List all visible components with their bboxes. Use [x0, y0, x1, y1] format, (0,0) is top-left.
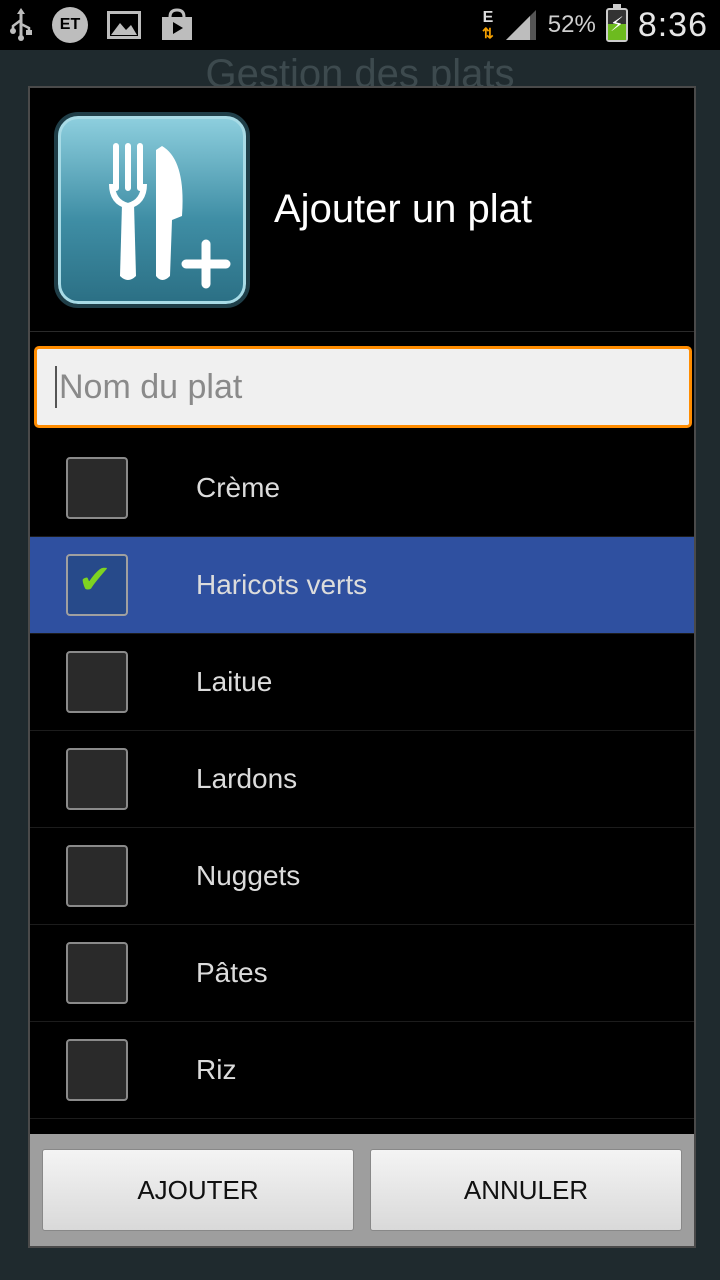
list-item-label: Nuggets	[196, 860, 301, 891]
network-type-icon: E ⇅	[482, 9, 494, 41]
list-item[interactable]: Laitue	[30, 634, 694, 731]
battery-percent: 52%	[547, 11, 596, 38]
list-item-label: Lardons	[196, 763, 298, 794]
add-dish-dialog: Ajouter un plat Nom du plat Crème ✔ Hari…	[28, 86, 696, 1248]
cutlery-add-icon	[54, 111, 250, 308]
ingredient-list: Crème ✔ Haricots verts Laitue Lardons Nu…	[30, 440, 694, 1119]
add-button[interactable]: AJOUTER	[42, 1149, 354, 1231]
checkbox[interactable]	[66, 651, 128, 713]
usb-icon	[8, 8, 34, 42]
checkbox[interactable]	[66, 1039, 128, 1101]
list-item[interactable]: ✔ Haricots verts	[30, 537, 694, 634]
checkbox[interactable]: ✔	[66, 554, 128, 616]
image-icon	[106, 10, 142, 40]
list-item[interactable]: Crème	[30, 440, 694, 537]
list-item-label: Laitue	[196, 666, 273, 697]
list-item[interactable]: Nuggets	[30, 828, 694, 925]
store-icon	[160, 8, 194, 42]
text-cursor	[55, 366, 57, 408]
list-item[interactable]: Riz	[30, 1022, 694, 1119]
signal-icon	[504, 10, 538, 40]
dialog-footer: AJOUTER ANNULER	[30, 1134, 694, 1246]
list-item[interactable]: Lardons	[30, 731, 694, 828]
list-item-label: Riz	[196, 1054, 237, 1085]
dish-name-input[interactable]: Nom du plat	[34, 346, 692, 428]
dialog-title: Ajouter un plat	[274, 187, 532, 231]
checkbox[interactable]	[66, 748, 128, 810]
list-item-label: Haricots verts	[196, 569, 368, 600]
list-item[interactable]: Pâtes	[30, 925, 694, 1022]
dialog-header: Ajouter un plat	[30, 88, 694, 332]
list-item-label: Crème	[196, 472, 281, 503]
status-bar: ET E ⇅ 52% ⚡ 8:36	[0, 0, 720, 50]
check-icon: ✔	[78, 557, 112, 603]
clock: 8:36	[637, 5, 708, 44]
battery-icon: ⚡	[605, 4, 628, 42]
checkbox[interactable]	[66, 942, 128, 1004]
cancel-button[interactable]: ANNULER	[370, 1149, 682, 1231]
et-icon: ET	[52, 7, 88, 43]
list-item-label: Pâtes	[196, 957, 268, 988]
dish-name-placeholder: Nom du plat	[59, 367, 243, 406]
checkbox[interactable]	[66, 845, 128, 907]
checkbox[interactable]	[66, 457, 128, 519]
